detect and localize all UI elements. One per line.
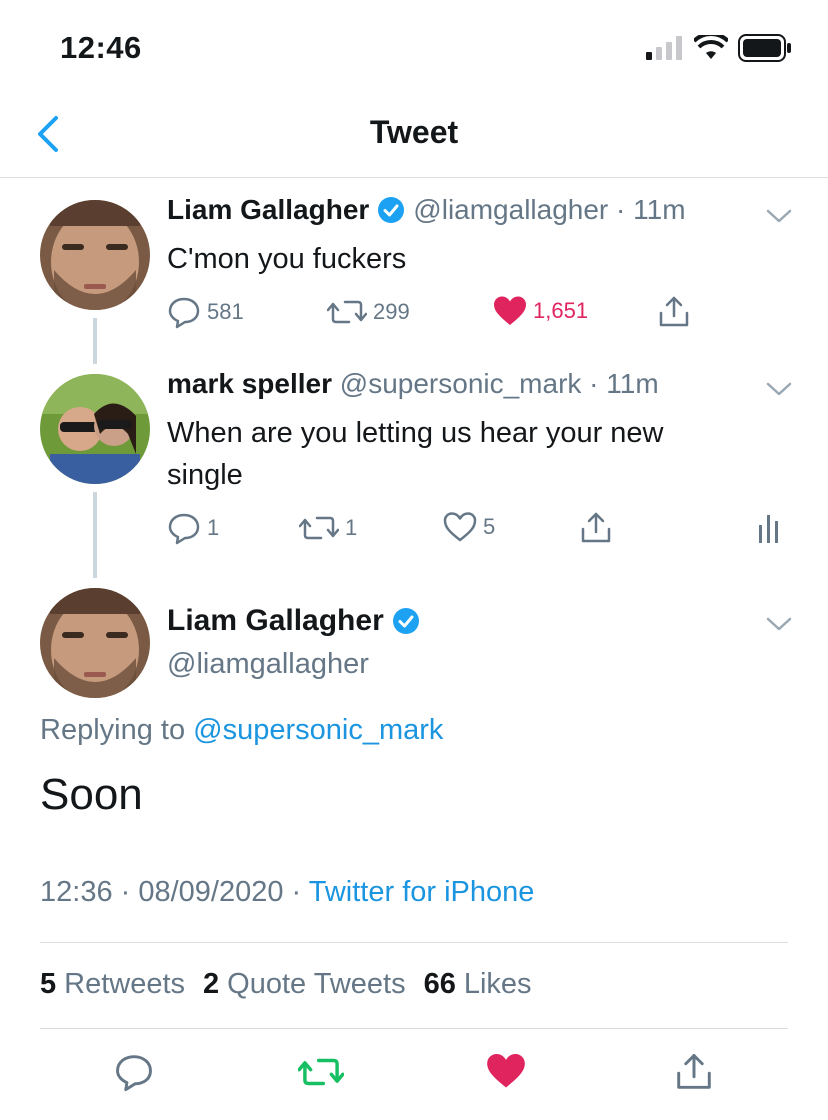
- like-button[interactable]: 5: [443, 511, 495, 543]
- tweet-meta: 12:36 · 08/09/2020 · Twitter for iPhone: [40, 876, 534, 909]
- divider: [40, 942, 788, 943]
- share-icon: [659, 296, 689, 327]
- reply-button[interactable]: 1: [167, 511, 219, 545]
- retweets-stat[interactable]: 5 Retweets: [40, 968, 185, 1001]
- quotes-label: Quote Tweets: [227, 968, 406, 1000]
- reply-count: 581: [207, 299, 244, 324]
- tweet-text: C'mon you fuckers: [167, 243, 407, 275]
- wifi-icon: [694, 35, 728, 59]
- tweet-timestamp: 12:36 · 08/09/2020 ·: [40, 876, 309, 908]
- retweet-button[interactable]: 299: [327, 295, 410, 329]
- retweet-button[interactable]: 1: [299, 511, 357, 545]
- divider: [40, 1028, 788, 1029]
- like-button[interactable]: 1,651: [493, 295, 588, 327]
- chevron-down-icon[interactable]: [766, 381, 792, 397]
- retweet-icon: [327, 300, 367, 324]
- share-icon: [581, 512, 611, 543]
- tweet-header: Liam Gallagher @liamgallagher · 11m: [167, 194, 686, 226]
- retweet-icon: [297, 1058, 345, 1086]
- reply-icon: [168, 297, 200, 329]
- retweet-icon: [299, 516, 339, 540]
- author-name[interactable]: Liam Gallagher: [167, 604, 384, 638]
- avatar[interactable]: [40, 588, 150, 698]
- heart-filled-icon: [487, 1053, 525, 1088]
- heart-filled-icon: [494, 296, 526, 325]
- likes-label: Likes: [463, 968, 532, 1000]
- nav-bar: Tweet: [0, 96, 828, 178]
- avatar[interactable]: [40, 374, 150, 484]
- likes-stat[interactable]: 66 Likes: [424, 968, 532, 1001]
- separator-dot: ·: [608, 194, 634, 225]
- share-icon: [677, 1054, 711, 1089]
- avatar[interactable]: [40, 200, 150, 310]
- replying-prefix: Replying to: [40, 714, 186, 746]
- author-handle[interactable]: @liamgallagher: [167, 648, 428, 681]
- retweet-button[interactable]: [297, 1052, 345, 1097]
- verified-badge-icon: [378, 197, 405, 223]
- chevron-down-icon[interactable]: [766, 616, 792, 632]
- tweet-time: 11m: [633, 194, 686, 225]
- reply-button[interactable]: 581: [167, 295, 244, 329]
- like-button[interactable]: [486, 1052, 526, 1095]
- quote-tweets-stat[interactable]: 2 Quote Tweets: [203, 968, 406, 1001]
- main-tweet-actions: [0, 1052, 828, 1102]
- thread-connector: [93, 318, 97, 364]
- reply-icon: [116, 1055, 152, 1092]
- status-icons: [646, 34, 792, 62]
- heart-outline-icon: [443, 512, 477, 542]
- tweet-time: 11m: [606, 368, 659, 399]
- author-handle[interactable]: @liamgallagher: [413, 194, 608, 226]
- tweet-actions: 581 299 1,651: [167, 295, 807, 331]
- tweet-text: When are you letting us hear your new si…: [167, 417, 664, 491]
- status-time: 12:46: [60, 30, 142, 65]
- retweets-label: Retweets: [64, 968, 186, 1000]
- main-author: Liam Gallagher @liamgallagher: [167, 604, 428, 681]
- tweet-actions: 1 1 5: [167, 511, 807, 547]
- like-count: 5: [483, 514, 496, 539]
- battery-icon: [738, 34, 791, 62]
- thread-connector: [93, 492, 97, 578]
- analytics-button[interactable]: [757, 511, 783, 545]
- analytics-icon: [759, 515, 778, 543]
- like-count: 1,651: [533, 298, 589, 323]
- separator-dot: ·: [581, 368, 607, 399]
- page-title: Tweet: [369, 114, 459, 150]
- signal-icon: [646, 36, 682, 60]
- quotes-count: 2: [203, 968, 220, 1000]
- status-bar: 12:46: [0, 0, 828, 96]
- author-name[interactable]: mark speller: [167, 368, 332, 400]
- share-button[interactable]: [657, 295, 691, 329]
- author-name[interactable]: Liam Gallagher: [167, 194, 369, 226]
- author-handle[interactable]: @supersonic_mark: [340, 368, 582, 400]
- tweet-source-link[interactable]: Twitter for iPhone: [309, 876, 535, 908]
- retweet-count: 1: [345, 515, 358, 540]
- verified-badge-icon: [392, 608, 419, 634]
- retweet-count: 299: [373, 299, 410, 324]
- tweet-stats: 5 Retweets 2 Quote Tweets 66 Likes: [40, 968, 532, 1001]
- likes-count: 66: [423, 968, 456, 1000]
- chevron-down-icon[interactable]: [766, 208, 792, 224]
- reply-count: 1: [207, 515, 220, 540]
- share-button[interactable]: [674, 1052, 714, 1097]
- reply-icon: [168, 513, 200, 545]
- replying-to: Replying to @supersonic_mark: [40, 714, 443, 747]
- retweets-count: 5: [40, 968, 57, 1000]
- share-button[interactable]: [579, 511, 613, 545]
- reply-button[interactable]: [114, 1052, 154, 1097]
- main-tweet-text: Soon: [40, 770, 143, 819]
- tweet-header: mark speller @supersonic_mark · 11m: [167, 368, 659, 400]
- replying-to-link[interactable]: @supersonic_mark: [193, 714, 443, 746]
